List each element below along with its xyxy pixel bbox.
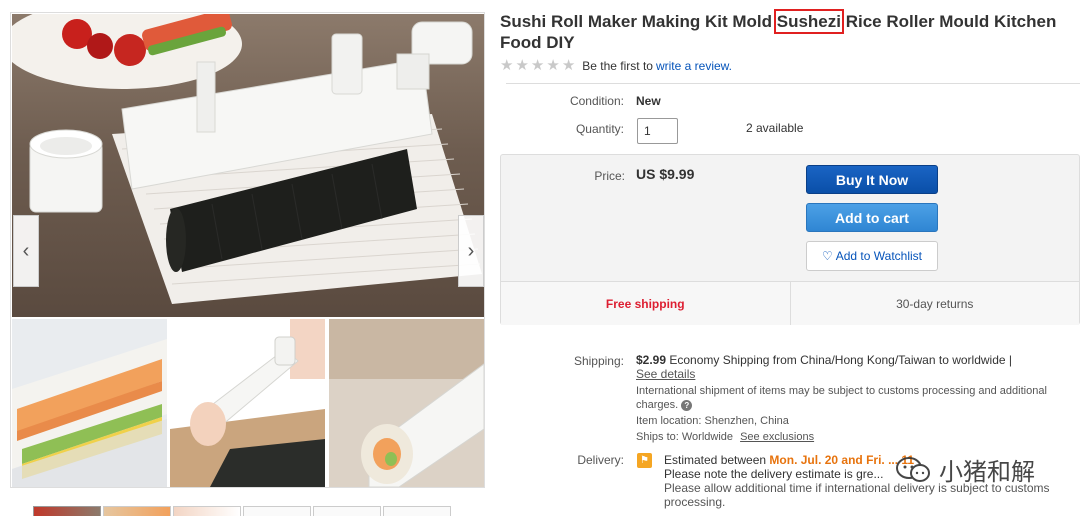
quantity-label: Quantity:	[575, 122, 624, 136]
star-rating: ★ ★ ★ ★ ★	[500, 58, 575, 73]
item-location-label: Item location:	[636, 415, 702, 427]
review-prompt: Be the first to	[582, 58, 653, 73]
returns-badge: 30-day returns	[789, 282, 1080, 325]
item-location: Shenzhen, China	[704, 415, 789, 427]
delivery-flag-icon: ⚑	[637, 453, 652, 468]
product-title: Sushi Roll Maker Making Kit Mold Sushezi…	[500, 9, 1075, 53]
shipping-method: Economy Shipping from China/Hong Kong/Ta…	[669, 353, 1013, 367]
write-review-link[interactable]: write a review.	[656, 59, 732, 73]
price-label: Price:	[594, 169, 625, 183]
see-exclusions-link[interactable]: See exclusions	[740, 431, 814, 443]
condition-label: Condition:	[569, 94, 624, 108]
delivery-estimate-prefix: Estimated between	[664, 453, 767, 467]
delivery-label: Delivery:	[577, 453, 624, 467]
secondary-photos	[12, 319, 484, 487]
shipping-details: $2.99 Economy Shipping from China/Hong K…	[636, 353, 1076, 444]
add-to-cart-button[interactable]: Add to cart	[806, 203, 938, 232]
price-value: US $9.99	[636, 166, 695, 182]
star-icon: ★	[530, 57, 545, 74]
star-icon: ★	[546, 57, 560, 74]
watermark-text: 小猪和解	[939, 459, 1035, 486]
shipping-cost: $2.99	[636, 353, 667, 367]
roller-with-roll-photo[interactable]	[328, 319, 484, 487]
add-to-watchlist-button[interactable]: ♡ Add to Watchlist	[806, 241, 938, 271]
watchlist-label: Add to Watchlist	[835, 249, 923, 263]
delivery-dates: Mon. Jul. 20 and Fri. ... 11	[769, 453, 915, 467]
shipping-returns-strip: Free shipping 30-day returns	[501, 281, 1079, 325]
title-highlighted-brand: Sushezi	[773, 9, 845, 34]
watermark: 小猪和解	[895, 452, 1035, 487]
title-text: Sushi Roll Maker Making Kit Mold	[500, 12, 777, 31]
see-details-link[interactable]: See details	[636, 367, 695, 381]
available-count: 2 available	[746, 121, 804, 135]
customs-note: International shipment of items may be s…	[636, 385, 1047, 411]
chat-bubble-icon	[896, 456, 930, 482]
free-shipping-badge: Free shipping	[605, 296, 685, 311]
condition-value: New	[636, 94, 661, 108]
thumbnail[interactable]	[313, 506, 381, 516]
chevron-right-icon[interactable]: ›	[458, 215, 484, 287]
sushi-kit-photo	[12, 14, 482, 304]
help-icon[interactable]: ?	[681, 399, 693, 411]
heart-icon: ♡	[821, 249, 833, 263]
thumbnail[interactable]	[383, 506, 451, 516]
hand-using-roller-photo[interactable]	[170, 319, 326, 487]
rating-row: ★ ★ ★ ★ ★ Be the first to write a review…	[500, 58, 732, 73]
divider	[506, 83, 1080, 84]
thumbnail[interactable]	[243, 506, 311, 516]
image-gallery: ‹ ›	[10, 12, 485, 488]
main-product-photo[interactable]	[12, 14, 484, 317]
thumbnail-strip	[33, 506, 451, 516]
shipping-label: Shipping:	[573, 354, 624, 368]
chevron-left-icon[interactable]: ‹	[13, 215, 39, 287]
thumbnail[interactable]	[103, 506, 171, 516]
ships-to: Worldwide	[681, 431, 734, 443]
star-icon: ★	[561, 57, 576, 74]
buy-it-now-button[interactable]: Buy It Now	[806, 165, 938, 194]
quantity-input[interactable]	[637, 118, 678, 144]
ships-to-label: Ships to:	[636, 431, 679, 443]
thumbnail[interactable]	[173, 506, 241, 516]
thumbnail[interactable]	[33, 506, 101, 516]
sushi-rolls-photo[interactable]	[12, 319, 167, 487]
star-icon: ★	[500, 57, 514, 74]
star-icon: ★	[515, 57, 529, 74]
buy-box: Price: US $9.99 Buy It Now Add to cart ♡…	[500, 154, 1080, 325]
